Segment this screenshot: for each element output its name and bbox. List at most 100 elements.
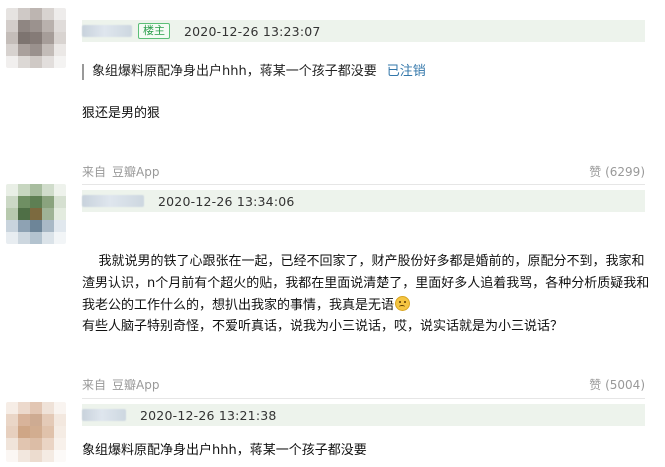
avatar-mosaic-cell — [18, 426, 30, 438]
avatar-mosaic-cell — [18, 220, 30, 232]
avatar-mosaic-cell — [42, 450, 54, 462]
avatar-mosaic-cell — [54, 450, 66, 462]
avatar-mosaic-cell — [54, 20, 66, 32]
divider — [82, 398, 645, 399]
avatar-mosaic-cell — [6, 220, 18, 232]
comment-header: 2020-12-26 13:21:38 — [82, 404, 645, 426]
avatar-mosaic-cell — [54, 438, 66, 450]
avatar-mosaic-cell — [42, 208, 54, 220]
like-button[interactable]: 赞 (5004) — [589, 376, 645, 393]
avatar-mosaic-cell — [30, 402, 42, 414]
avatar-mosaic-cell — [18, 20, 30, 32]
comment-meta: 来自 豆瓣App — [82, 163, 159, 180]
avatar-mosaic-cell — [54, 196, 66, 208]
timestamp: 2020-12-26 13:23:07 — [184, 23, 321, 39]
avatar-mosaic-cell — [18, 402, 30, 414]
quote-author-status: 已注销 — [386, 64, 426, 79]
avatar-mosaic-cell — [42, 196, 54, 208]
avatar-mosaic-cell — [18, 450, 30, 462]
avatar-mosaic-cell — [30, 450, 42, 462]
avatar-mosaic-cell — [30, 220, 42, 232]
avatar-mosaic-cell — [42, 32, 54, 44]
avatar-mosaic-cell — [6, 232, 18, 244]
avatar[interactable] — [6, 184, 66, 244]
avatar-mosaic-cell — [30, 438, 42, 450]
avatar-mosaic-cell — [54, 414, 66, 426]
timestamp: 2020-12-26 13:21:38 — [140, 407, 277, 423]
comment-header: 楼主 2020-12-26 13:23:07 — [82, 20, 645, 42]
avatar-mosaic-cell — [6, 184, 18, 196]
avatar-mosaic-cell — [42, 20, 54, 32]
source-prefix: 来自 — [82, 165, 107, 179]
avatar-mosaic-cell — [6, 438, 18, 450]
avatar[interactable] — [6, 8, 66, 68]
divider — [82, 184, 645, 185]
avatar[interactable] — [6, 402, 66, 462]
avatar-mosaic-cell — [6, 402, 18, 414]
avatar-mosaic-cell — [54, 426, 66, 438]
sad-face-icon — [395, 296, 411, 311]
avatar-mosaic-cell — [30, 232, 42, 244]
avatar-mosaic-cell — [42, 232, 54, 244]
avatar-mosaic-cell — [42, 184, 54, 196]
avatar-mosaic-cell — [18, 196, 30, 208]
avatar-mosaic-cell — [6, 56, 18, 68]
avatar-mosaic-cell — [42, 56, 54, 68]
username-blurred[interactable] — [82, 409, 126, 421]
avatar-mosaic-cell — [54, 8, 66, 20]
source-app-link[interactable]: 豆瓣App — [112, 376, 159, 393]
avatar-mosaic-cell — [54, 220, 66, 232]
avatar-mosaic-cell — [6, 44, 18, 56]
avatar-mosaic-cell — [6, 20, 18, 32]
username-blurred[interactable] — [82, 25, 132, 37]
comment-text-paragraph-2: 有些人脑子特别奇怪，不爱听真话，说我为小三说话，哎，说实话就是为小三说话？ — [82, 319, 564, 334]
avatar-mosaic-cell — [18, 438, 30, 450]
comment-text: 狠还是男的狠 — [82, 106, 161, 121]
avatar-mosaic-cell — [30, 32, 42, 44]
avatar-mosaic-cell — [54, 208, 66, 220]
avatar-mosaic-cell — [30, 208, 42, 220]
avatar-mosaic-cell — [18, 44, 30, 56]
avatar-mosaic-cell — [54, 44, 66, 56]
avatar-mosaic-cell — [6, 32, 18, 44]
source-app-link[interactable]: 豆瓣App — [112, 163, 159, 180]
username-blurred[interactable] — [82, 195, 144, 207]
avatar-mosaic-cell — [42, 44, 54, 56]
quote-text: 象组爆料原配净身出户hhh，蒋某一个孩子都没要 — [92, 64, 377, 79]
avatar-mosaic-cell — [18, 232, 30, 244]
avatar-mosaic-cell — [42, 402, 54, 414]
comment-text-paragraph-1: 我就说男的铁了心跟张在一起，已经不回家了，财产股份好多都是婚前的，原配分不到，我… — [82, 254, 650, 313]
avatar-mosaic-cell — [6, 8, 18, 20]
like-button[interactable]: 赞 (6299) — [589, 163, 645, 180]
avatar-mosaic-cell — [42, 220, 54, 232]
avatar-mosaic-cell — [6, 450, 18, 462]
avatar-mosaic-cell — [6, 426, 18, 438]
avatar-mosaic-cell — [42, 426, 54, 438]
avatar-mosaic-cell — [54, 32, 66, 44]
avatar-mosaic-cell — [6, 208, 18, 220]
timestamp: 2020-12-26 13:34:06 — [158, 193, 295, 209]
avatar-mosaic-cell — [30, 426, 42, 438]
avatar-mosaic-cell — [18, 56, 30, 68]
avatar-mosaic-cell — [54, 402, 66, 414]
comment-header: 2020-12-26 13:34:06 — [82, 190, 645, 212]
avatar-mosaic-cell — [54, 232, 66, 244]
avatar-mosaic-cell — [6, 414, 18, 426]
avatar-mosaic-cell — [18, 208, 30, 220]
op-badge: 楼主 — [138, 23, 170, 39]
comment-text: 象组爆料原配净身出户hhh，蒋某一个孩子都没要 — [82, 443, 367, 458]
avatar-mosaic-cell — [18, 32, 30, 44]
avatar-mosaic-cell — [6, 196, 18, 208]
avatar-mosaic-cell — [30, 8, 42, 20]
avatar-mosaic-cell — [30, 196, 42, 208]
avatar-mosaic-cell — [18, 184, 30, 196]
comment-meta: 来自 豆瓣App — [82, 376, 159, 393]
avatar-mosaic-cell — [42, 414, 54, 426]
avatar-mosaic-cell — [42, 438, 54, 450]
avatar-mosaic-cell — [30, 184, 42, 196]
avatar-mosaic-cell — [30, 56, 42, 68]
avatar-mosaic-cell — [30, 20, 42, 32]
avatar-mosaic-cell — [54, 184, 66, 196]
avatar-mosaic-cell — [42, 8, 54, 20]
avatar-mosaic-cell — [18, 414, 30, 426]
